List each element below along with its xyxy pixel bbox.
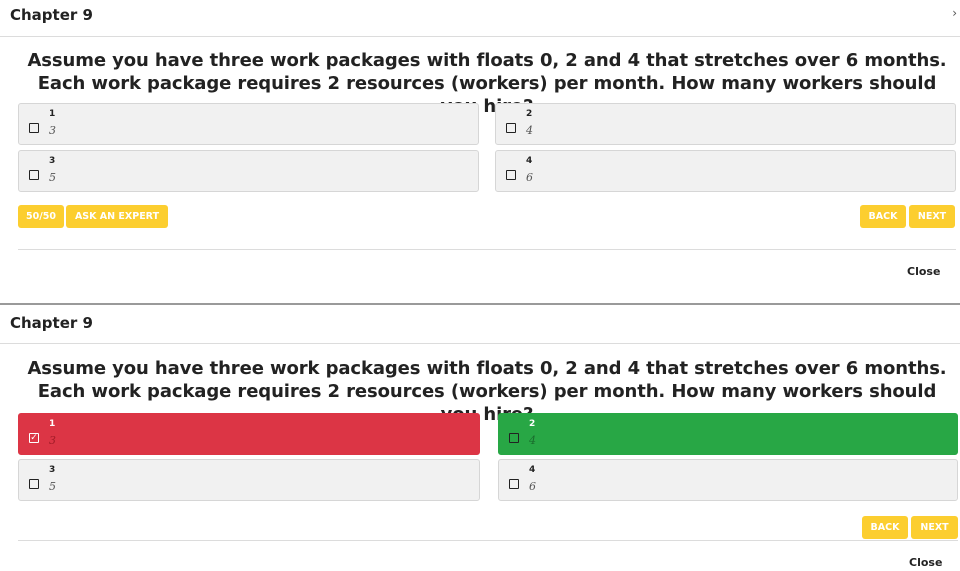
close-icon[interactable]: › — [952, 6, 957, 20]
answer-option-2[interactable]: 2 4 — [498, 413, 958, 455]
checkbox-icon[interactable] — [29, 170, 39, 180]
option-value: 6 — [529, 480, 536, 493]
divider — [0, 343, 960, 344]
option-number: 2 — [529, 419, 536, 429]
next-button[interactable]: NEXT — [909, 205, 955, 228]
answer-option-4[interactable]: 4 6 — [495, 150, 956, 192]
answer-option-4[interactable]: 4 6 — [498, 459, 958, 501]
option-value: 3 — [49, 124, 56, 137]
option-value: 5 — [49, 171, 56, 184]
answer-option-3[interactable]: 3 5 — [18, 150, 479, 192]
ask-expert-button[interactable]: ASK AN EXPERT — [66, 205, 168, 228]
option-number: 1 — [49, 419, 56, 429]
option-number: 3 — [49, 156, 56, 166]
next-button[interactable]: NEXT — [911, 516, 958, 539]
close-button[interactable]: Close — [909, 556, 942, 569]
option-value: 6 — [526, 171, 533, 184]
checkbox-icon[interactable] — [509, 479, 519, 489]
divider — [18, 249, 956, 250]
close-button[interactable]: Close — [907, 265, 940, 278]
option-number: 2 — [526, 109, 533, 119]
checkbox-icon[interactable] — [29, 123, 39, 133]
divider — [18, 540, 958, 541]
checkbox-icon[interactable] — [506, 170, 516, 180]
chapter-title: Chapter 9 — [10, 6, 93, 24]
quiz-panel-2: Chapter 9 Assume you have three work pac… — [0, 306, 960, 571]
panel-separator — [0, 303, 960, 305]
quiz-panel-1: Chapter 9 › Assume you have three work p… — [0, 0, 960, 303]
answer-option-1[interactable]: 1 3 — [18, 103, 479, 145]
option-number: 3 — [49, 465, 56, 475]
chapter-title: Chapter 9 — [10, 314, 93, 332]
answer-option-1[interactable]: 1 ✓ 3 — [18, 413, 480, 455]
option-number: 4 — [526, 156, 533, 166]
back-button[interactable]: BACK — [860, 205, 906, 228]
checkbox-icon[interactable] — [509, 433, 519, 443]
checkbox-icon[interactable] — [29, 479, 39, 489]
option-value: 3 — [49, 434, 56, 447]
answer-option-2[interactable]: 2 4 — [495, 103, 956, 145]
option-value: 5 — [49, 480, 56, 493]
option-number: 1 — [49, 109, 56, 119]
option-value: 4 — [526, 124, 533, 137]
option-number: 4 — [529, 465, 536, 475]
option-value: 4 — [529, 434, 536, 447]
checkbox-checked-icon[interactable]: ✓ — [29, 433, 39, 443]
divider — [0, 36, 960, 37]
answer-option-3[interactable]: 3 5 — [18, 459, 480, 501]
back-button[interactable]: BACK — [862, 516, 908, 539]
checkbox-icon[interactable] — [506, 123, 516, 133]
fifty-fifty-button[interactable]: 50/50 — [18, 205, 64, 228]
